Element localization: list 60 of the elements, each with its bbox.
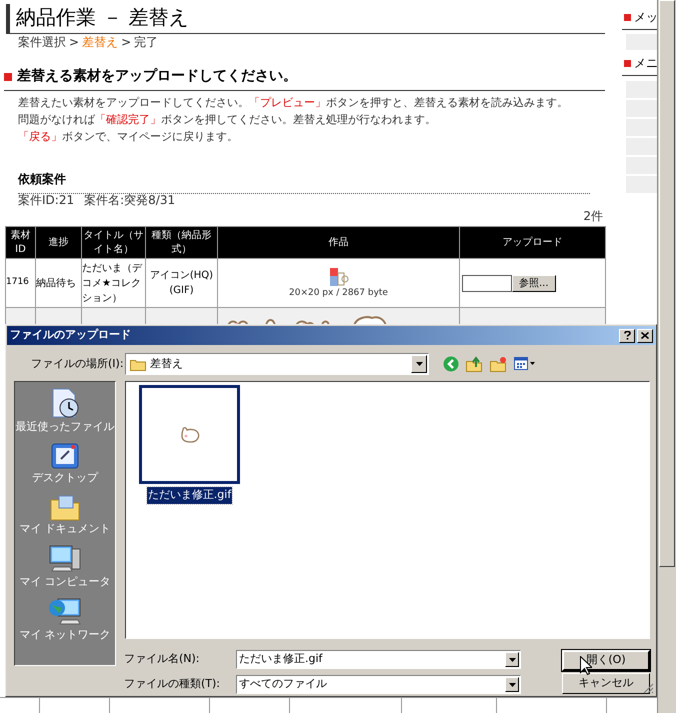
breadcrumb-separator: >: [121, 34, 132, 51]
instruction-text: 差替えたい素材をアップロードしてください。「プレビュー」ボタンを押すと、差替える素材を読み込みます。: [18, 95, 568, 111]
place-shortcut[interactable]: マイ コンピュータ: [19, 575, 111, 588]
place-shortcut[interactable]: マイ ネットワーク: [19, 628, 111, 641]
browse-button[interactable]: 参照...: [512, 274, 556, 292]
heading-marker-icon: [624, 60, 631, 66]
table-cell: 納品待ち: [36, 278, 76, 288]
table-cell: ただいま（デコメ★コレクション）: [82, 262, 142, 304]
heading-marker-icon: [4, 72, 12, 80]
file-name[interactable]: ただいま修正.gif: [146, 487, 232, 504]
result-count: 2件: [583, 208, 603, 225]
breadcrumb-step: 差替え: [82, 33, 118, 51]
page-title: 納品作業 － 差替え: [16, 5, 189, 29]
request-heading: 依頼案件: [18, 172, 66, 186]
close-icon: [641, 332, 649, 339]
cancel-button[interactable]: キャンセル: [562, 673, 650, 694]
instruction-text: 「戻る」ボタンで、マイページに戻ります。: [18, 129, 238, 145]
sidebar-heading: メッ: [634, 9, 657, 26]
dropdown-field[interactable]: ただいま修正.gif: [236, 650, 521, 669]
view-menu-icon[interactable]: [514, 357, 536, 371]
scrollbar[interactable]: [657, 0, 676, 713]
column-header: アップロード: [460, 226, 606, 258]
desktop-icon: [49, 441, 81, 471]
help-button[interactable]: [619, 328, 635, 342]
breadcrumb-step: 完了: [134, 33, 158, 51]
place-shortcut[interactable]: 最近使ったファイル: [16, 420, 114, 433]
table-cell: 1716: [6, 277, 29, 288]
sidebar-heading: メニ: [634, 55, 657, 72]
place-shortcut[interactable]: マイ ドキュメント: [19, 522, 111, 535]
heading-marker-icon: [624, 14, 631, 20]
dropdown-field[interactable]: すべてのファイル: [236, 675, 521, 694]
place-shortcut[interactable]: デスクトップ: [32, 471, 98, 484]
close-button[interactable]: [637, 328, 653, 342]
field-label: ファイルの種類(T):: [124, 676, 222, 692]
file-thumbnail[interactable]: [139, 385, 240, 484]
dropdown-arrow-icon: [416, 362, 422, 366]
breadcrumb-separator: >: [69, 34, 80, 51]
file-path-field[interactable]: [462, 274, 512, 292]
folder-icon: [130, 358, 146, 370]
column-header: 素材ID: [6, 226, 36, 258]
image-size-caption: 20×20 px / 2867 byte: [289, 287, 388, 300]
instruction-text: 問題がなければ「確認完了」ボタンを押してください。差替え処理が行なわれます。: [18, 112, 436, 128]
case-id: 案件ID:21: [18, 192, 74, 209]
open-button[interactable]: 開く(O): [562, 650, 650, 671]
table-cell: アイコン(HQ) (GIF): [150, 270, 214, 296]
dropdown-arrow-icon: [508, 658, 516, 662]
folder-up-icon[interactable]: [466, 356, 483, 372]
breadcrumb-step: 案件選択: [18, 33, 66, 51]
dialog-title: ファイルのアップロード: [10, 327, 131, 344]
back-icon[interactable]: [443, 356, 459, 372]
column-header: 作品: [218, 226, 460, 258]
section-heading: 差替える素材をアップロードしてください。: [17, 67, 297, 86]
field-label: ファイル名(N):: [124, 651, 201, 668]
new-folder-icon[interactable]: [490, 356, 507, 372]
dropdown-arrow-icon: [508, 682, 516, 686]
help-icon: [624, 331, 630, 340]
location-label: ファイルの場所(I):: [31, 356, 125, 372]
case-name: 案件名:突発8/31: [84, 192, 176, 209]
resize-grip-icon[interactable]: [643, 683, 654, 694]
location-dropdown[interactable]: 差替え: [125, 353, 429, 375]
